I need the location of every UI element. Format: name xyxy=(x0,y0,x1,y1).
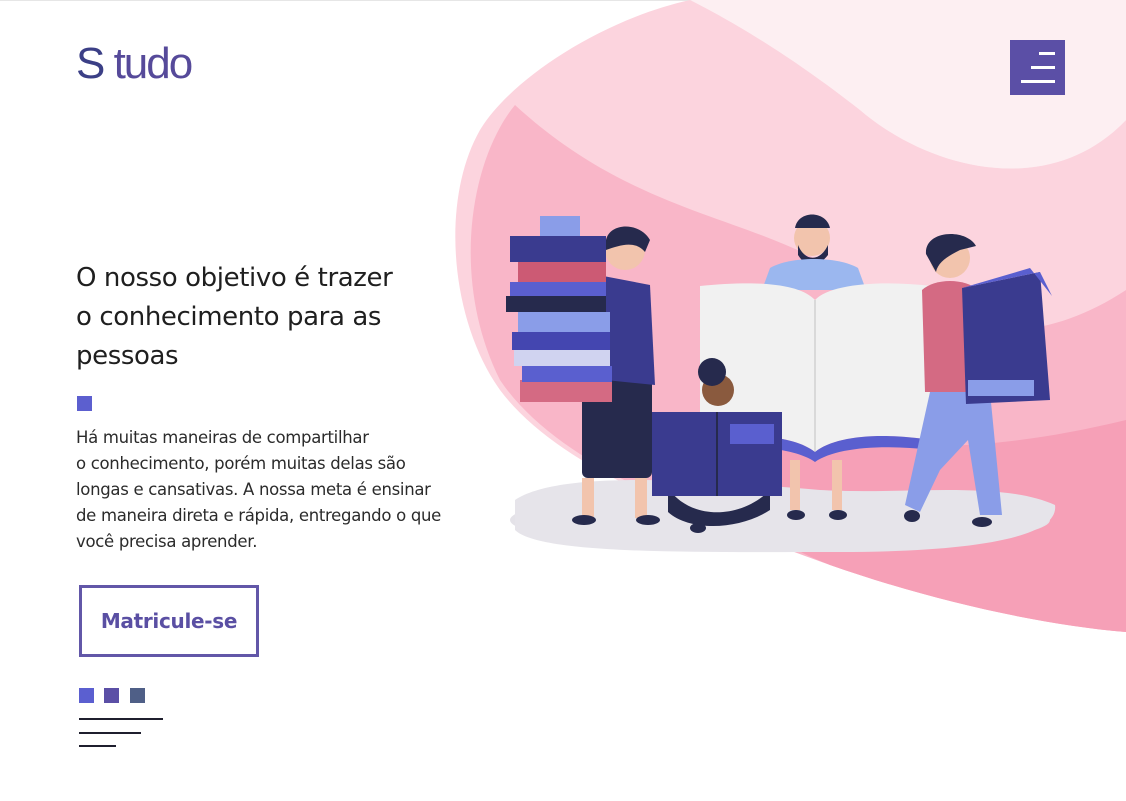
hero-description: Há muitas maneiras de compartilhar o con… xyxy=(76,428,441,551)
brand-logo[interactable]: S tudo xyxy=(76,38,194,90)
hero-illustration xyxy=(455,0,1126,632)
indicator-dot-1[interactable] xyxy=(79,688,94,703)
headline-line-2: o conhecimento para as xyxy=(76,302,382,332)
brand-logo-text: tudo xyxy=(103,39,194,88)
hero-headline: O nosso objetivo é trazer o conhecimento … xyxy=(76,259,456,376)
enroll-button[interactable]: Matricule-se xyxy=(79,585,259,657)
headline-line-1: O nosso objetivo é trazer xyxy=(76,263,393,293)
indicator-dot-2[interactable] xyxy=(104,688,119,703)
indicator-dot-3[interactable] xyxy=(130,688,145,703)
person-with-book-stack xyxy=(506,216,660,525)
menu-button[interactable] xyxy=(1010,40,1065,95)
accent-square xyxy=(77,396,92,411)
brand-logo-s: S xyxy=(76,39,105,88)
headline-line-3: pessoas xyxy=(76,341,179,371)
